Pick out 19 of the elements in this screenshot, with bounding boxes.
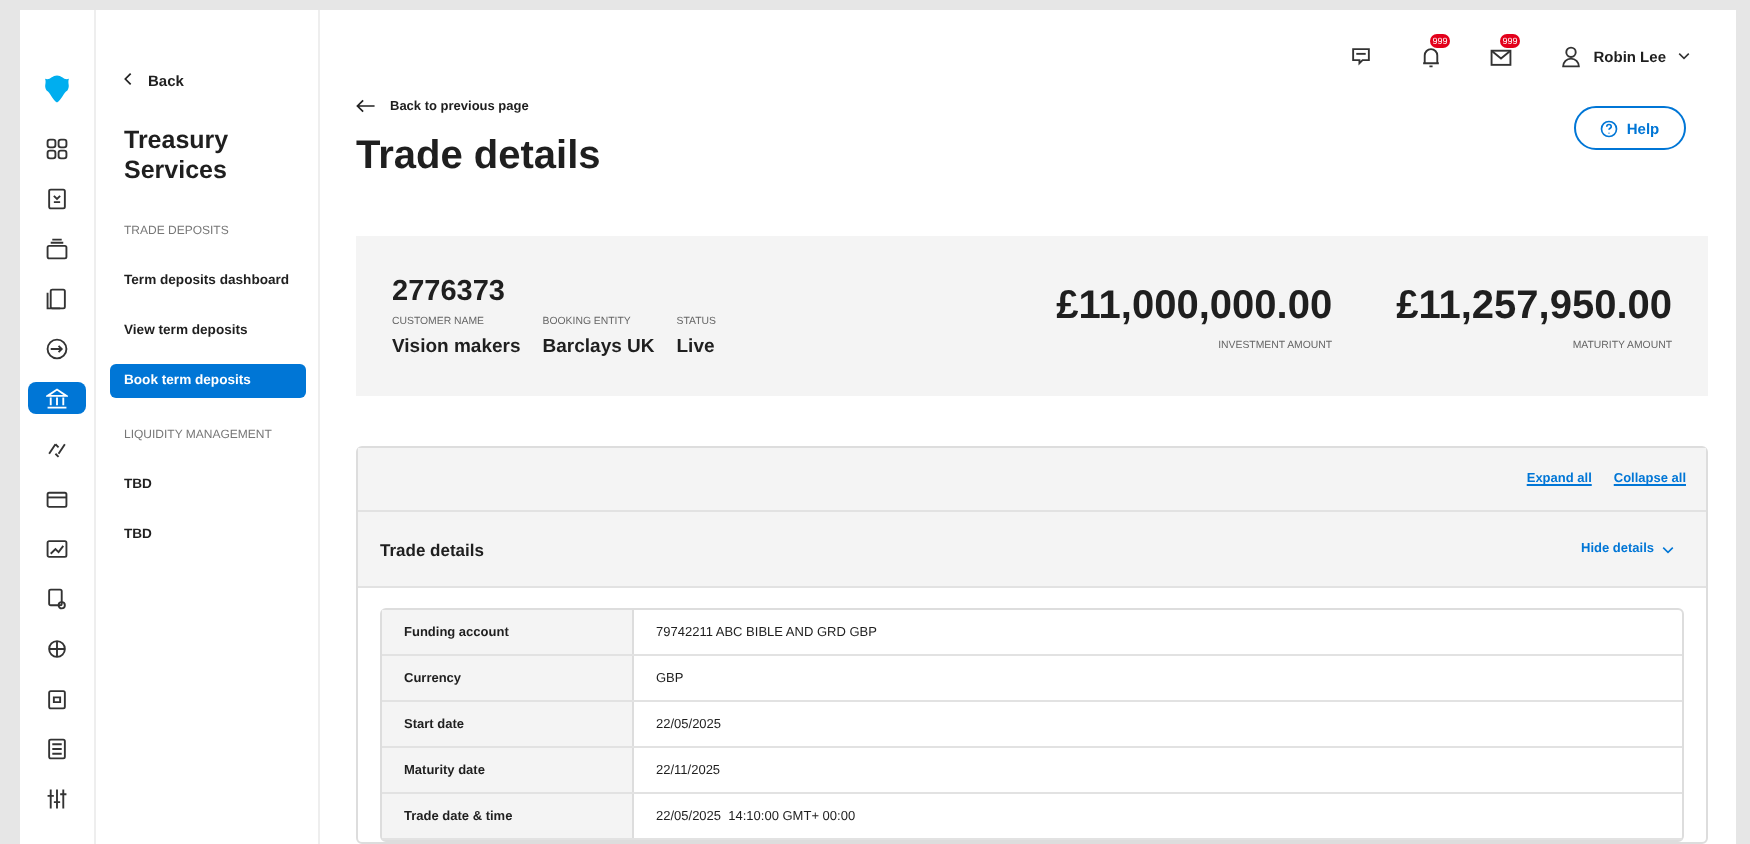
section-title: Treasury Services <box>122 126 231 186</box>
question-icon <box>1600 119 1619 137</box>
page-title: Trade details <box>356 134 601 180</box>
chevron-down-icon <box>1678 52 1690 60</box>
bell-icon[interactable] <box>1419 45 1442 67</box>
chevron-left-icon <box>124 72 132 86</box>
mail-icon[interactable] <box>1489 45 1512 67</box>
chat-icon[interactable] <box>1349 45 1372 67</box>
arrow-left-icon <box>356 98 376 114</box>
amount-value: £11,257,950.00 <box>1396 284 1672 330</box>
field-value: Vision makers <box>392 335 521 357</box>
bank-icon[interactable] <box>28 382 86 414</box>
section-heading: Trade details <box>380 539 484 559</box>
reference-number: 2776373 <box>392 275 507 307</box>
field-value: Live <box>676 335 716 357</box>
field-value: Barclays UK <box>542 335 655 357</box>
amount-value: £11,000,000.00 <box>1056 284 1333 330</box>
chevron-icon <box>1662 545 1674 553</box>
person-icon <box>1559 45 1582 67</box>
